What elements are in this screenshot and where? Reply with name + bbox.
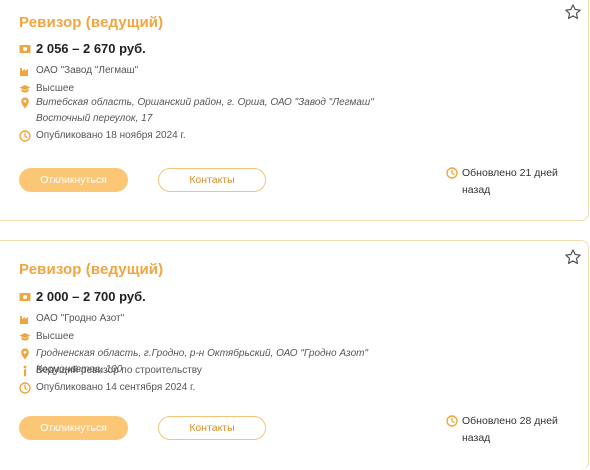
published-date: Опубликовано 18 ноября 2024 г.	[36, 130, 186, 141]
education-level: Высшее	[36, 331, 75, 342]
respond-button[interactable]: Откликнуться	[19, 416, 128, 440]
info-text: Ведущий ревизор по строительству	[36, 365, 202, 376]
contacts-button[interactable]: Контакты	[158, 168, 266, 192]
factory-icon	[20, 316, 28, 324]
location-pin-icon	[21, 348, 29, 360]
published-date: Опубликовано 14 сентября 2024 г.	[36, 382, 196, 393]
updated-info: Обновлено 21 дней назад	[446, 165, 572, 199]
clock-icon	[446, 167, 458, 179]
factory-icon	[20, 68, 28, 76]
respond-button[interactable]: Откликнуться	[19, 168, 128, 192]
info-icon	[23, 365, 27, 377]
salary-row: 2 056 – 2 670 руб.	[19, 41, 146, 57]
education-row: Высшее	[19, 331, 74, 345]
clock-icon	[446, 415, 458, 427]
published-row: Опубликовано 18 ноября 2024 г.	[19, 130, 186, 144]
graduation-cap-icon	[19, 333, 31, 341]
updated-info: Обновлено 28 дней назад	[446, 413, 572, 447]
money-icon	[19, 45, 31, 53]
salary-value: 2 000 – 2 700 руб.	[36, 289, 146, 304]
company-name: ОАО "Завод "Легмаш"	[36, 65, 139, 76]
clock-icon	[19, 382, 31, 394]
clock-icon	[19, 130, 31, 142]
address-row: Витебская область, Оршанский район, г. О…	[19, 97, 411, 127]
updated-text: Обновлено 21 дней назад	[462, 167, 558, 196]
company-row: ОАО "Завод "Легмаш"	[19, 65, 138, 79]
salary-row: 2 000 – 2 700 руб.	[19, 289, 146, 305]
company-row: ОАО "Гродно Азот"	[19, 313, 124, 327]
salary-value: 2 056 – 2 670 руб.	[36, 41, 146, 56]
vacancy-card: Ревизор (ведущий) 2 056 – 2 670 руб. ОАО…	[0, 0, 589, 221]
address-text: Витебская область, Оршанский район, г. О…	[36, 97, 374, 124]
vacancy-card: Ревизор (ведущий) 2 000 – 2 700 руб. ОАО…	[0, 240, 589, 470]
vacancy-title[interactable]: Ревизор (ведущий)	[19, 14, 163, 31]
star-icon[interactable]	[564, 248, 582, 266]
location-pin-icon	[21, 97, 29, 109]
contacts-button[interactable]: Контакты	[158, 416, 266, 440]
star-icon[interactable]	[564, 3, 582, 21]
graduation-cap-icon	[19, 85, 31, 93]
published-row: Опубликовано 14 сентября 2024 г.	[19, 382, 195, 396]
money-icon	[19, 293, 31, 301]
vacancy-title[interactable]: Ревизор (ведущий)	[19, 261, 163, 278]
updated-text: Обновлено 28 дней назад	[462, 415, 558, 444]
company-name: ОАО "Гродно Азот"	[36, 313, 125, 324]
info-row: Ведущий ревизор по строительству	[19, 365, 202, 379]
